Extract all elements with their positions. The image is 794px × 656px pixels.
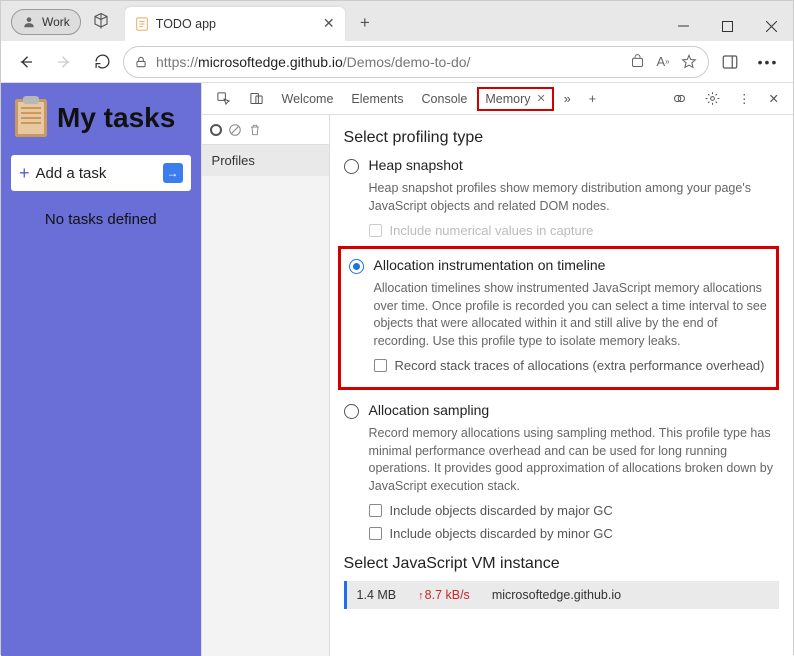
option-allocation-timeline[interactable]: Allocation instrumentation on timeline (349, 257, 768, 274)
url-text: https://microsoftedge.github.io/Demos/de… (156, 54, 470, 70)
checkbox-icon (369, 504, 382, 517)
tab-welcome[interactable]: Welcome (274, 88, 342, 110)
browser-tab[interactable]: TODO app ✕ (125, 7, 345, 41)
devtools-close-button[interactable]: ✕ (761, 87, 787, 110)
vm-instance-row[interactable]: 1.4 MB 8.7 kB/s microsoftedge.github.io (344, 581, 779, 609)
minimize-icon (678, 21, 689, 32)
inspect-button[interactable] (208, 87, 239, 110)
reader-icon[interactable]: A» (654, 53, 672, 71)
app-page: My tasks + Add a task → No tasks defined (1, 83, 201, 656)
forward-button[interactable] (47, 45, 81, 79)
option-heap-desc: Heap snapshot profiles show memory distr… (369, 180, 779, 215)
maximize-icon (722, 21, 733, 32)
devtools-main: Select profiling type Heap snapshot Heap… (330, 115, 793, 656)
favorite-button[interactable] (680, 53, 698, 71)
option-allocation-sampling[interactable]: Allocation sampling (344, 402, 779, 419)
checkbox-discarded-minor-gc[interactable]: Include objects discarded by minor GC (369, 526, 779, 541)
vm-size: 1.4 MB (357, 588, 397, 602)
profile-label: Work (42, 15, 70, 29)
back-button[interactable] (9, 45, 43, 79)
close-icon (766, 21, 777, 32)
more-tabs-button[interactable]: » (556, 88, 579, 110)
tab-title: TODO app (156, 17, 321, 31)
tab-memory[interactable]: Memory✕ (477, 87, 553, 111)
add-tab-button[interactable]: + (581, 88, 604, 110)
address-bar: https://microsoftedge.github.io/Demos/de… (1, 41, 793, 83)
checkbox-record-stack-traces[interactable]: Record stack traces of allocations (extr… (374, 358, 768, 373)
option-timeline-desc: Allocation timelines show instrumented J… (374, 280, 768, 350)
tab-elements[interactable]: Elements (343, 88, 411, 110)
vm-section-title: Select JavaScript VM instance (344, 555, 779, 573)
workspaces-button[interactable] (89, 9, 113, 33)
devtools-panel: Welcome Elements Console Memory✕ » + ⋮ ✕… (201, 83, 793, 656)
settings-button[interactable] (697, 87, 728, 110)
refresh-button[interactable] (85, 45, 119, 79)
section-title: Select profiling type (344, 129, 779, 147)
dots-icon: ••• (758, 54, 779, 70)
highlighted-option: Allocation instrumentation on timeline A… (338, 246, 779, 390)
inspect-icon (216, 91, 231, 106)
menu-button[interactable]: ••• (751, 45, 785, 79)
close-icon[interactable]: ✕ (537, 92, 546, 105)
refresh-icon (94, 53, 111, 70)
add-task-label: Add a task (36, 165, 107, 182)
url-input[interactable]: https://microsoftedge.github.io/Demos/de… (123, 46, 709, 78)
devtools-tabstrip: Welcome Elements Console Memory✕ » + ⋮ ✕ (202, 83, 793, 115)
vm-rate: 8.7 kB/s (418, 588, 470, 602)
chevrons-icon: » (564, 92, 571, 106)
feedback-icon (672, 91, 687, 106)
radio-icon (344, 159, 359, 174)
close-icon[interactable]: ✕ (321, 16, 337, 32)
sidebar-item-profiles[interactable]: Profiles (202, 145, 329, 176)
radio-icon (344, 404, 359, 419)
plus-icon: + (19, 163, 30, 184)
checkbox-icon (369, 527, 382, 540)
dots-vertical-icon: ⋮ (738, 91, 751, 106)
submit-button[interactable]: → (163, 163, 183, 183)
new-tab-button[interactable]: + (349, 7, 381, 39)
profile-chip[interactable]: Work (11, 9, 81, 35)
gear-icon (705, 91, 720, 106)
split-screen-button[interactable] (713, 45, 747, 79)
delete-button[interactable] (248, 123, 262, 137)
vm-instance-name: microsoftedge.github.io (492, 588, 621, 602)
cube-icon (92, 12, 110, 30)
arrow-right-icon (55, 53, 73, 71)
window-titlebar: Work TODO app ✕ + (1, 1, 793, 41)
plus-icon: + (589, 92, 596, 106)
device-button[interactable] (241, 87, 272, 110)
shopping-icon[interactable] (628, 53, 646, 71)
clear-button[interactable] (228, 123, 242, 137)
empty-state-text: No tasks defined (11, 211, 191, 228)
add-task-input[interactable]: + Add a task → (11, 155, 191, 191)
option-heap-snapshot[interactable]: Heap snapshot (344, 157, 779, 174)
maximize-button[interactable] (705, 11, 749, 41)
devtools-sidebar: Profiles (202, 115, 330, 656)
radio-icon (349, 259, 364, 274)
checkbox-icon (374, 359, 387, 372)
close-window-button[interactable] (749, 11, 793, 41)
minimize-button[interactable] (661, 11, 705, 41)
issues-button[interactable] (664, 87, 695, 110)
arrow-left-icon (17, 53, 35, 71)
checkbox-include-numerical[interactable]: Include numerical values in capture (369, 223, 779, 238)
page-title: My tasks (57, 102, 175, 134)
option-sampling-desc: Record memory allocations using sampling… (369, 425, 779, 495)
device-icon (249, 91, 264, 106)
note-icon (135, 17, 149, 31)
window-controls (661, 11, 793, 41)
clipboard-icon (15, 99, 47, 137)
record-button[interactable] (210, 124, 222, 136)
sidebar-icon (721, 53, 739, 71)
tab-console[interactable]: Console (414, 88, 476, 110)
checkbox-icon (369, 224, 382, 237)
devtools-menu-button[interactable]: ⋮ (730, 87, 759, 110)
checkbox-discarded-major-gc[interactable]: Include objects discarded by major GC (369, 503, 779, 518)
person-icon (22, 15, 36, 29)
star-icon (681, 54, 697, 70)
close-icon: ✕ (769, 91, 779, 106)
lock-icon (134, 55, 148, 69)
